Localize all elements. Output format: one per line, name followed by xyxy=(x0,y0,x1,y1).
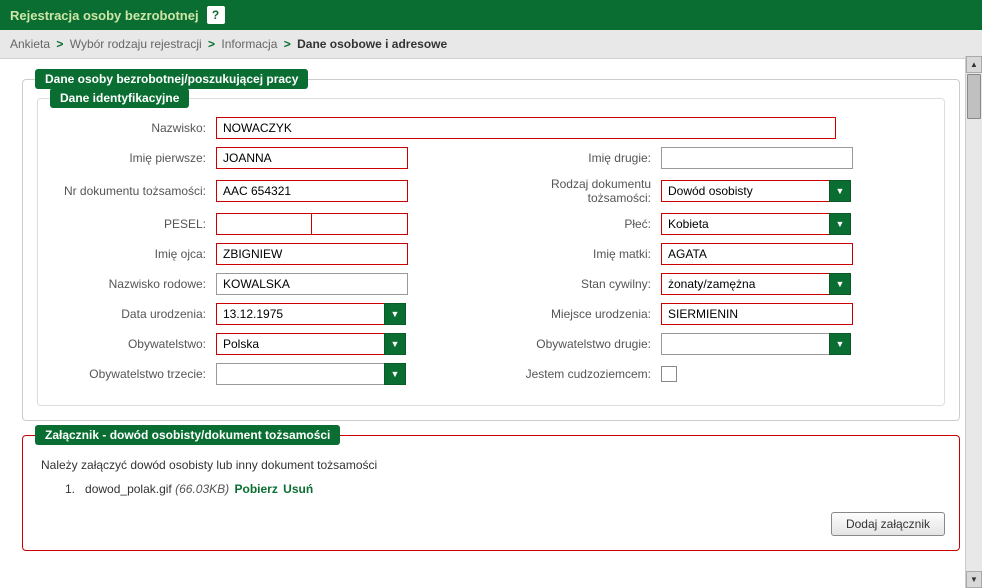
nr-dok-input[interactable] xyxy=(216,180,408,202)
label-plec: Płeć: xyxy=(491,217,661,231)
imie-pierwsze-input[interactable] xyxy=(216,147,408,169)
breadcrumb-sep: > xyxy=(284,37,291,51)
label-obywatelstwo: Obywatelstwo: xyxy=(56,337,216,351)
main-legend: Dane osoby bezrobotnej/poszukującej prac… xyxy=(35,69,308,89)
breadcrumb-current: Dane osobowe i adresowe xyxy=(297,37,447,51)
nazwisko-input[interactable] xyxy=(216,117,836,139)
label-imie-pierwsze: Imię pierwsze: xyxy=(56,151,216,165)
attachment-fieldset: Załącznik - dowód osobisty/dokument tożs… xyxy=(22,435,960,551)
plec-select[interactable] xyxy=(661,213,829,235)
data-ur-input[interactable] xyxy=(216,303,384,325)
page-title: Rejestracja osoby bezrobotnej xyxy=(10,8,199,23)
add-attachment-button[interactable]: Dodaj załącznik xyxy=(831,512,945,536)
attachment-download-link[interactable]: Pobierz xyxy=(234,482,277,496)
label-nazwisko: Nazwisko: xyxy=(56,121,216,135)
cudzoziemiec-checkbox[interactable] xyxy=(661,366,677,382)
stan-cywilny-select[interactable] xyxy=(661,273,829,295)
ident-legend: Dane identyfikacyjne xyxy=(50,88,189,108)
header-bar: Rejestracja osoby bezrobotnej ? xyxy=(0,0,982,30)
attachment-index: 1. xyxy=(65,482,75,496)
main-fieldset: Dane osoby bezrobotnej/poszukującej prac… xyxy=(22,79,960,421)
label-imie-ojca: Imię ojca: xyxy=(56,247,216,261)
attachment-remove-link[interactable]: Usuń xyxy=(283,482,313,496)
rodzaj-dok-select[interactable] xyxy=(661,180,829,202)
label-data-ur: Data urodzenia: xyxy=(56,307,216,321)
pesel-input[interactable] xyxy=(216,213,312,235)
chevron-down-icon[interactable]: ▼ xyxy=(829,180,851,202)
nazwisko-rodowe-input[interactable] xyxy=(216,273,408,295)
attachment-legend: Załącznik - dowód osobisty/dokument tożs… xyxy=(35,425,340,445)
scroll-down-arrow-icon[interactable]: ▼ xyxy=(966,571,982,588)
label-imie-matki: Imię matki: xyxy=(491,247,661,261)
miejsce-ur-input[interactable] xyxy=(661,303,853,325)
chevron-down-icon[interactable]: ▼ xyxy=(829,273,851,295)
scrollbar-thumb[interactable] xyxy=(967,74,981,119)
attachment-size: (66.03KB) xyxy=(175,482,229,496)
ident-fieldset: Dane identyfikacyjne Nazwisko: Imię pier… xyxy=(37,98,945,406)
scroll-up-arrow-icon[interactable]: ▲ xyxy=(966,56,982,73)
label-stan-cywilny: Stan cywilny: xyxy=(491,277,661,291)
obywatelstwo3-select[interactable] xyxy=(216,363,384,385)
imie-ojca-input[interactable] xyxy=(216,243,408,265)
obywatelstwo2-select[interactable] xyxy=(661,333,829,355)
breadcrumb-item[interactable]: Ankieta xyxy=(10,37,50,51)
label-imie-drugie: Imię drugie: xyxy=(491,151,661,165)
label-obywatelstwo3: Obywatelstwo trzecie: xyxy=(56,367,216,381)
label-obywatelstwo2: Obywatelstwo drugie: xyxy=(491,337,661,351)
chevron-down-icon[interactable]: ▼ xyxy=(384,333,406,355)
label-cudzoziemiec: Jestem cudzoziemcem: xyxy=(491,367,661,381)
chevron-down-icon[interactable]: ▼ xyxy=(829,333,851,355)
chevron-down-icon[interactable]: ▼ xyxy=(384,363,406,385)
imie-matki-input[interactable] xyxy=(661,243,853,265)
label-nazwisko-rodowe: Nazwisko rodowe: xyxy=(56,277,216,291)
help-button[interactable]: ? xyxy=(207,6,225,24)
breadcrumb: Ankieta > Wybór rodzaju rejestracji > In… xyxy=(0,30,982,59)
obywatelstwo-select[interactable] xyxy=(216,333,384,355)
label-miejsce-ur: Miejsce urodzenia: xyxy=(491,307,661,321)
breadcrumb-sep: > xyxy=(208,37,215,51)
imie-drugie-input[interactable] xyxy=(661,147,853,169)
vertical-scrollbar[interactable]: ▲ ▼ xyxy=(965,56,982,588)
breadcrumb-item[interactable]: Wybór rodzaju rejestracji xyxy=(70,37,202,51)
label-rodzaj-dok: Rodzaj dokumentu tożsamości: xyxy=(491,177,661,205)
calendar-dropdown-icon[interactable]: ▼ xyxy=(384,303,406,325)
breadcrumb-item[interactable]: Informacja xyxy=(221,37,277,51)
attachment-instruction: Należy załączyć dowód osobisty lub inny … xyxy=(41,458,945,472)
attachment-filename: dowod_polak.gif xyxy=(85,482,172,496)
chevron-down-icon[interactable]: ▼ xyxy=(829,213,851,235)
label-pesel: PESEL: xyxy=(56,217,216,231)
attachment-row: 1. dowod_polak.gif (66.03KB) Pobierz Usu… xyxy=(65,482,945,496)
label-nr-dok: Nr dokumentu tożsamości: xyxy=(56,184,216,198)
breadcrumb-sep: > xyxy=(56,37,63,51)
